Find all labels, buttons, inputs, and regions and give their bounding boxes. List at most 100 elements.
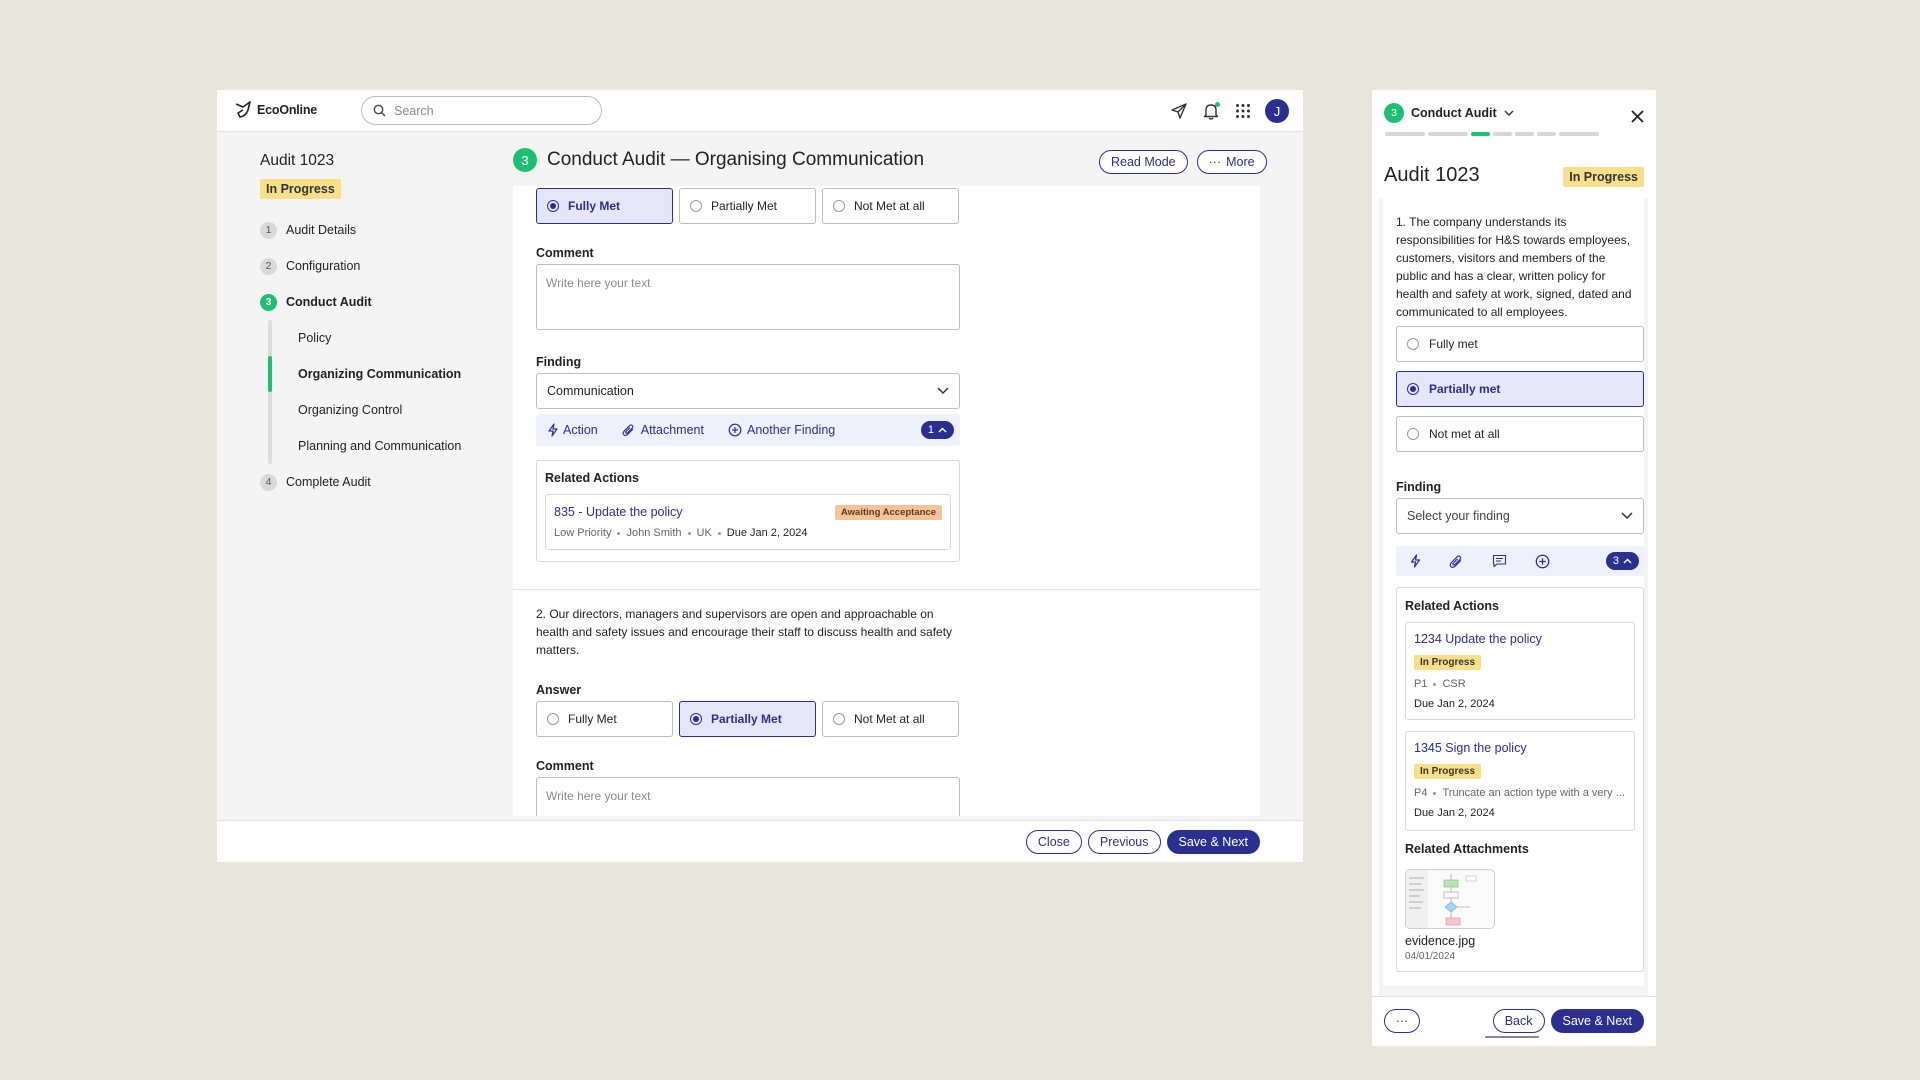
attachment-date: 04/01/2024 [1405, 951, 1456, 962]
panel-finding-select[interactable]: Select your finding [1396, 498, 1644, 534]
radio [833, 713, 845, 725]
step-conduct-audit[interactable]: 3 Conduct Audit [260, 284, 490, 320]
action-priority: P1 [1414, 678, 1428, 690]
panel-save-next-button[interactable]: Save & Next [1550, 1009, 1644, 1033]
action-due-date: Due Jan 2, 2024 [1414, 807, 1495, 819]
search-box[interactable] [361, 96, 602, 125]
panel-action-card[interactable]: 1234 Update the policy In Progress P1 CSR… [1405, 622, 1635, 720]
panel-answer-fully-met[interactable]: Fully met [1396, 326, 1644, 362]
close-icon[interactable] [1631, 110, 1644, 128]
substep-policy[interactable]: Policy [298, 320, 490, 356]
close-label: Close [1037, 835, 1070, 849]
step-audit-details[interactable]: 1 Audit Details [260, 212, 490, 248]
q1-comment-input[interactable]: Write here your text [536, 264, 960, 330]
step-complete-audit[interactable]: 4 Complete Audit [260, 464, 490, 500]
paperclip-icon[interactable] [1449, 554, 1464, 569]
q2-comment-input[interactable]: Write here your text [536, 777, 960, 816]
q1-answer-fully-met[interactable]: Fully Met [536, 188, 673, 224]
more-button[interactable]: ··· More [1196, 150, 1267, 174]
related-action-card[interactable]: 835 - Update the policy Awaiting Accepta… [545, 494, 951, 550]
lightning-icon[interactable] [1410, 554, 1421, 568]
panel-body: 1. The company understands its responsib… [1379, 198, 1648, 998]
step-configuration[interactable]: 2 Configuration [260, 248, 490, 284]
answer-label: Partially met [1429, 382, 1501, 396]
plus-circle-icon[interactable] [1535, 554, 1550, 569]
chevron-up-icon [1623, 558, 1632, 564]
bell-icon[interactable] [1201, 101, 1221, 121]
more-icon: ··· [1395, 1014, 1409, 1028]
apps-grid-icon[interactable] [1233, 101, 1253, 121]
user-avatar[interactable]: J [1265, 99, 1289, 123]
close-button[interactable]: Close [1025, 830, 1082, 854]
substep-organizing-communication[interactable]: Organizing Communication [298, 356, 490, 392]
answer-label: Fully Met [568, 199, 621, 213]
add-action-button[interactable]: Action [548, 423, 598, 437]
panel-step-selector[interactable]: 3 Conduct Audit [1384, 103, 1514, 123]
q2-answer-fully-met[interactable]: Fully Met [536, 701, 673, 737]
step-label: Complete Audit [286, 475, 371, 489]
logo-text: EcoOnline [257, 103, 318, 117]
separator-dot [1433, 682, 1437, 686]
q2-comment-label: Comment [536, 759, 594, 773]
radio-selected [1407, 383, 1419, 395]
panel-step-label: Conduct Audit [1411, 106, 1497, 120]
read-mode-label: Read Mode [1111, 155, 1176, 169]
panel-finding-toolbar: 3 [1396, 546, 1644, 576]
panel-more-button[interactable]: ··· [1384, 1009, 1420, 1033]
panel-answer-partially-met[interactable]: Partially met [1396, 371, 1644, 407]
attachment-name[interactable]: evidence.jpg [1405, 934, 1475, 948]
save-next-button[interactable]: Save & Next [1166, 830, 1260, 854]
q1-finding-select[interactable]: Communication [536, 373, 960, 409]
more-icon: ··· [1208, 155, 1222, 169]
read-mode-button[interactable]: Read Mode [1099, 150, 1188, 174]
action-label: Action [563, 423, 598, 437]
q2-answer-partially-met[interactable]: Partially Met [679, 701, 816, 737]
add-another-finding-button[interactable]: Another Finding [728, 423, 835, 437]
progress-segment [1515, 132, 1534, 136]
panel-back-button[interactable]: Back [1492, 1009, 1545, 1033]
audit-title: Audit 1023 [260, 152, 335, 169]
panel-finding-count-toggle[interactable]: 3 [1605, 552, 1639, 570]
previous-button[interactable]: Previous [1087, 830, 1161, 854]
substep-organizing-control[interactable]: Organizing Control [298, 392, 490, 428]
comment-icon[interactable] [1492, 554, 1507, 568]
search-input[interactable] [394, 103, 584, 118]
q1-answer-partially-met[interactable]: Partially Met [679, 188, 816, 224]
q1-answer-not-met[interactable]: Not Met at all [822, 188, 959, 224]
action-priority: P4 [1414, 787, 1428, 799]
finding-count-toggle[interactable]: 1 [920, 421, 954, 439]
action-due-date: Due Jan 2, 2024 [726, 527, 808, 539]
radio [1407, 428, 1419, 440]
add-attachment-button[interactable]: Attachment [622, 423, 704, 437]
q2-answers: Fully Met Partially Met Not Met at all [536, 701, 959, 737]
action-due-date: Due Jan 2, 2024 [1414, 698, 1495, 710]
separator-dot [717, 531, 721, 535]
separator-dot [1433, 791, 1437, 795]
action-person: John Smith [626, 527, 682, 539]
radio-selected [547, 200, 559, 212]
logo[interactable]: EcoOnline [234, 101, 317, 119]
action-title-link[interactable]: 1345 Sign the policy [1414, 741, 1626, 755]
attachment-thumbnail[interactable] [1405, 869, 1495, 929]
radio [1407, 338, 1419, 350]
q2-answer-label: Answer [536, 683, 582, 697]
rocket-icon[interactable] [1169, 101, 1189, 121]
finding-count: 1 [927, 424, 934, 436]
panel-action-card[interactable]: 1345 Sign the policy In Progress P4 Trunc… [1405, 731, 1635, 831]
substep-active-indicator [268, 356, 272, 392]
action-status-badge: In Progress [1414, 764, 1482, 779]
search-icon [373, 104, 386, 117]
chevron-down-icon [937, 387, 949, 395]
q2-answer-not-met[interactable]: Not Met at all [822, 701, 959, 737]
action-region: UK [696, 527, 712, 539]
chevron-up-icon [938, 427, 947, 433]
q1-related-actions: Related Actions 835 - Update the policy … [536, 460, 960, 562]
more-label: More [1226, 155, 1255, 169]
related-actions-title: Related Actions [545, 471, 640, 485]
substep-planning-communication[interactable]: Planning and Communication [298, 428, 490, 464]
ecoonline-logo-icon [235, 101, 251, 118]
action-title-link[interactable]: 1234 Update the policy [1414, 632, 1626, 646]
panel-audit-title: Audit 1023 [1384, 164, 1480, 186]
panel-answer-not-met[interactable]: Not met at all [1396, 416, 1644, 452]
q2-text: 2. Our directors, managers and superviso… [536, 607, 953, 657]
